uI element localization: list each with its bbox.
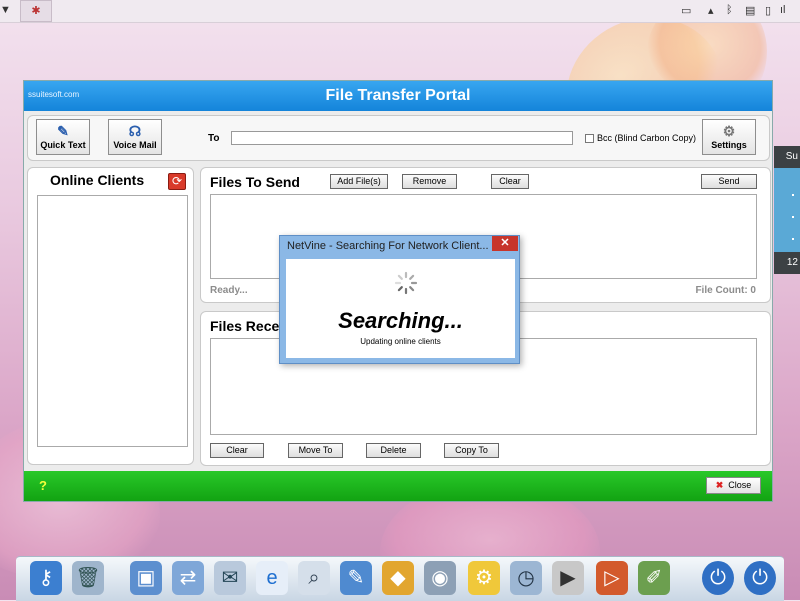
clock-gadget[interactable]: Su 12 [774, 146, 800, 274]
mail-icon[interactable]: ✉ [214, 561, 246, 595]
dialog-body: Searching... Updating online clients [286, 259, 515, 358]
tools-icon[interactable]: ✎ [340, 561, 372, 595]
voice-mail-button[interactable]: ☊ Voice Mail [108, 119, 162, 155]
gear-icon: ⚙ [722, 123, 736, 139]
settings-button[interactable]: ⚙ Settings [702, 119, 756, 155]
gear-icon[interactable]: ⚙ [468, 561, 500, 595]
delete-button[interactable]: Delete [366, 443, 421, 458]
remove-button[interactable]: Remove [402, 174, 457, 189]
computer-icon[interactable]: ▣ [130, 561, 162, 595]
window-title: File Transfer Portal [325, 87, 471, 104]
network-icon[interactable]: ⇄ [172, 561, 204, 595]
search-icon[interactable]: ⌕ [298, 561, 330, 595]
dialog-title: NetVine - Searching For Network Client..… [287, 240, 489, 252]
wifi-signal-icon[interactable]: ıl [780, 4, 786, 18]
keyboard-icon[interactable]: ▭ [681, 4, 691, 18]
window-footer: ? ✖ Close [24, 471, 772, 501]
media-icon[interactable]: ▶ [552, 561, 584, 595]
searching-dialog: NetVine - Searching For Network Client..… [279, 235, 520, 364]
bug-icon: ✱ [31, 5, 41, 17]
refresh-clients-button[interactable]: ⟳ [168, 173, 186, 190]
file-count: File Count: 0 [695, 285, 756, 296]
paint-icon[interactable]: ✐ [638, 561, 670, 595]
bluetooth-icon[interactable]: ᛒ [726, 4, 733, 18]
copy-to-button[interactable]: Copy To [444, 443, 499, 458]
files-received-header: Files Rece [210, 318, 280, 334]
files-to-send-header: Files To Send [210, 174, 300, 190]
disk-icon[interactable]: ◉ [424, 561, 456, 595]
searching-message: Updating online clients [360, 337, 441, 346]
video-icon[interactable]: ▷ [596, 561, 628, 595]
clear-send-button[interactable]: Clear [491, 174, 529, 189]
shutdown-icon[interactable]: ⏻ [744, 561, 776, 595]
close-icon: ✖ [715, 480, 724, 490]
gadget-time: 12 [774, 252, 800, 274]
bcc-checkbox[interactable] [585, 134, 594, 143]
online-clients-list[interactable] [37, 195, 188, 447]
battery-icon[interactable]: ▯ [765, 4, 771, 18]
bcc-label: Bcc (Blind Carbon Copy) [597, 133, 697, 143]
browser-icon[interactable]: e [256, 561, 288, 595]
taskbar-app-button[interactable]: ✱ [20, 0, 52, 22]
refresh-icon: ⟳ [171, 174, 183, 188]
dialog-close-button[interactable]: ✕ [492, 236, 518, 251]
close-button[interactable]: ✖ Close [706, 477, 761, 494]
folder-clock-icon[interactable]: ◷ [510, 561, 542, 595]
start-icon[interactable]: ▼ [0, 4, 11, 18]
quick-text-icon: ✎ [57, 123, 69, 139]
to-input[interactable] [231, 131, 573, 145]
online-clients-panel: Online Clients ⟳ [27, 167, 194, 465]
display-icon[interactable]: ▤ [745, 4, 755, 18]
move-to-button[interactable]: Move To [288, 443, 343, 458]
loading-spinner-icon [394, 271, 418, 295]
searching-heading: Searching... [338, 308, 463, 333]
tray-expand-icon[interactable]: ▴ [708, 4, 714, 18]
send-button[interactable]: Send [701, 174, 757, 189]
trash-icon[interactable]: 🗑 [72, 561, 104, 595]
add-files-button[interactable]: Add File(s) [330, 174, 388, 189]
online-clients-header: Online Clients [50, 172, 145, 188]
toolbar-panel: ✎ Quick Text ☊ Voice Mail To Bcc (Blind … [27, 115, 770, 161]
key-icon[interactable]: ⚷ [30, 561, 62, 595]
send-status: Ready... [210, 285, 248, 296]
clear-received-button[interactable]: Clear [210, 443, 264, 458]
voice-mail-icon: ☊ [128, 123, 142, 139]
to-label: To [208, 133, 220, 144]
gadget-day: Su [774, 146, 800, 168]
help-button[interactable]: ? [39, 478, 47, 493]
quick-text-button[interactable]: ✎ Quick Text [36, 119, 90, 155]
windows-icon[interactable]: ◆ [382, 561, 414, 595]
window-titlebar[interactable]: ssuitesoft.com File Transfer Portal [24, 81, 772, 111]
power-icon[interactable]: ⏻ [702, 561, 734, 595]
app-dock: ⚷ 🗑 ▣ ⇄ ✉ e ⌕ ✎ ◆ ◉ ⚙ ◷ ▶ ▷ ✐ ⏻ ⏻ [16, 556, 784, 601]
system-taskbar: ▼ ✱ ▭ ▴ ᛒ ▤ ▯ ıl [0, 0, 800, 23]
